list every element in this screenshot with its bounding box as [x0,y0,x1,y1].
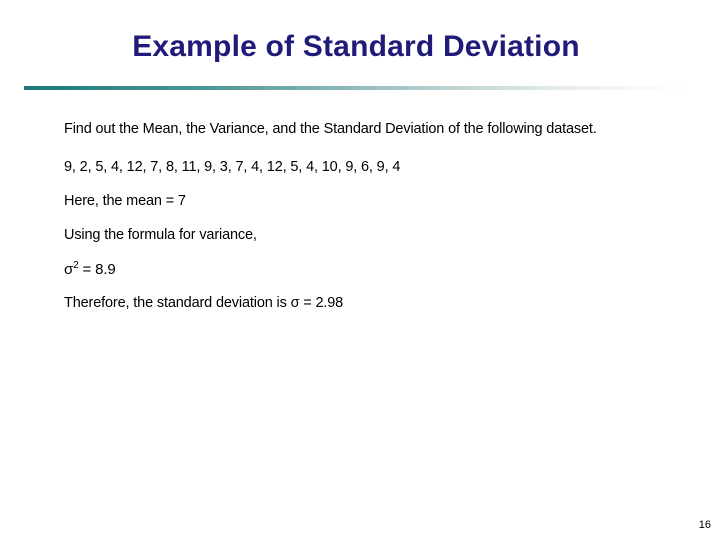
body-line-prompt: Find out the Mean, the Variance, and the… [64,121,597,137]
variance-symbol: σ [64,261,74,278]
slide-body: Find out the Mean, the Variance, and the… [64,112,674,311]
body-line-mean: Here, the mean = 7 [64,193,186,209]
body-line-formula-intro: Using the formula for variance, [64,227,257,243]
body-line-variance: σ2 = 8.9 [64,261,674,278]
variance-value: = 8.9 [78,261,116,278]
page-title: Example of Standard Deviation [132,30,580,63]
title-divider-rule [24,86,690,90]
page-number: 16 [698,519,711,531]
slide-canvas: Example of Standard Deviation Find out t… [0,0,720,540]
body-line-dataset: 9, 2, 5, 4, 12, 7, 8, 11, 9, 3, 7, 4, 12… [64,159,401,175]
body-line-conclusion: Therefore, the standard deviation is σ =… [64,295,344,311]
